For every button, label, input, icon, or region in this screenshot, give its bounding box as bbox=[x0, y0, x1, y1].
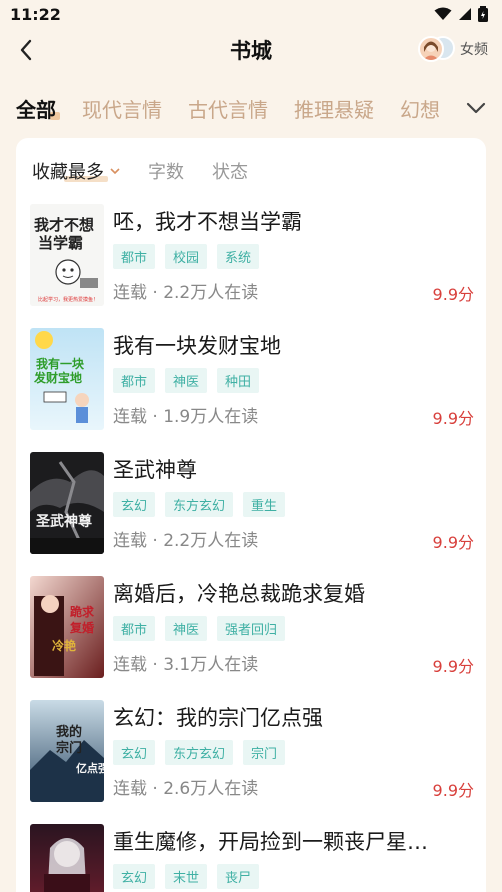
book-tag[interactable]: 末世 bbox=[165, 864, 208, 889]
chevron-left-icon bbox=[20, 39, 32, 61]
chevron-down-icon bbox=[466, 102, 486, 114]
battery-icon bbox=[478, 6, 488, 22]
filter-label: 收藏最多 bbox=[32, 162, 104, 183]
book-meta: 连载 · 2.2万人在读 bbox=[113, 283, 259, 303]
svg-text:宗门: 宗门 bbox=[56, 740, 82, 756]
book-title: 我有一块发财宝地 bbox=[113, 334, 281, 358]
gender-switch[interactable]: 女频 bbox=[418, 36, 488, 62]
book-tag[interactable]: 校园 bbox=[165, 244, 208, 269]
book-cover: 跪求 复婚 冷艳 bbox=[30, 576, 104, 678]
book-tags: 玄幻 东方玄幻 重生 bbox=[113, 492, 286, 517]
tab-fantasy[interactable]: 幻想 bbox=[400, 94, 440, 123]
tabs-expand-button[interactable] bbox=[440, 86, 502, 130]
filter-bar: 收藏最多 字数 状态 bbox=[32, 158, 248, 184]
book-item[interactable]: 我才不想 当学霸 比起学习，我更热爱摸鱼！ 呸，我才不想当学霸 都市 校园 系统… bbox=[30, 204, 476, 308]
book-score: 9.9分 bbox=[432, 533, 474, 552]
category-tabs: 全部 现代言情 古代言情 推理悬疑 幻想 bbox=[0, 86, 502, 130]
back-button[interactable] bbox=[14, 36, 38, 64]
tab-all[interactable]: 全部 bbox=[16, 94, 60, 123]
filter-most-collected[interactable]: 收藏最多 bbox=[32, 158, 120, 184]
tab-modern-romance[interactable]: 现代言情 bbox=[82, 94, 162, 123]
book-score: 9.9分 bbox=[432, 781, 474, 800]
book-meta: 连载 · 3.1万人在读 bbox=[113, 655, 259, 675]
book-item[interactable]: 圣武神尊 圣武神尊 玄幻 东方玄幻 重生 连载 · 2.2万人在读 9.9分 bbox=[30, 452, 476, 556]
book-tag[interactable]: 玄幻 bbox=[113, 740, 156, 765]
book-title: 重生魔修，开局捡到一颗丧尸星… bbox=[113, 830, 428, 854]
book-tags: 玄幻 东方玄幻 宗门 bbox=[113, 740, 286, 765]
book-tag[interactable]: 玄幻 bbox=[113, 492, 156, 517]
book-tag[interactable]: 玄幻 bbox=[113, 864, 156, 889]
book-tag[interactable]: 都市 bbox=[113, 244, 156, 269]
book-item[interactable]: 重生魔修，开局捡到一颗丧尸星… 玄幻 末世 丧尸 bbox=[30, 824, 476, 892]
svg-text:比起学习，我更热爱摸鱼！: 比起学习，我更热爱摸鱼！ bbox=[38, 296, 98, 303]
book-item[interactable]: 我的 宗门 亿点强 玄幻：我的宗门亿点强 玄幻 东方玄幻 宗门 连载 · 2.6… bbox=[30, 700, 476, 804]
book-tag[interactable]: 种田 bbox=[217, 368, 260, 393]
svg-text:我的: 我的 bbox=[56, 724, 82, 740]
svg-text:复婚: 复婚 bbox=[69, 620, 94, 635]
book-tag[interactable]: 东方玄幻 bbox=[165, 492, 234, 517]
book-title: 离婚后，冷艳总裁跪求复婚 bbox=[113, 582, 365, 606]
book-score: 9.9分 bbox=[432, 285, 474, 304]
book-tag[interactable]: 神医 bbox=[165, 616, 208, 641]
filter-word-count[interactable]: 字数 bbox=[148, 158, 184, 184]
avatar bbox=[418, 36, 456, 62]
book-tag[interactable]: 丧尸 bbox=[217, 864, 260, 889]
book-tag[interactable]: 强者回归 bbox=[217, 616, 286, 641]
book-title: 玄幻：我的宗门亿点强 bbox=[113, 706, 323, 730]
header: 书城 女频 bbox=[0, 28, 502, 72]
book-title: 圣武神尊 bbox=[113, 458, 197, 482]
svg-text:冷艳: 冷艳 bbox=[52, 638, 76, 653]
book-meta: 连载 · 2.2万人在读 bbox=[113, 531, 259, 551]
book-cover: 我的 宗门 亿点强 bbox=[30, 700, 104, 802]
book-tag[interactable]: 系统 bbox=[217, 244, 260, 269]
book-meta: 连载 · 2.6万人在读 bbox=[113, 779, 259, 799]
book-cover: 圣武神尊 bbox=[30, 452, 104, 554]
book-cover: 我有一块 发财宝地 bbox=[30, 328, 104, 430]
svg-text:发财宝地: 发财宝地 bbox=[33, 370, 82, 385]
book-title: 呸，我才不想当学霸 bbox=[113, 210, 302, 234]
book-tags: 都市 神医 强者回归 bbox=[113, 616, 286, 641]
chevron-down-icon bbox=[110, 168, 120, 175]
book-tag[interactable]: 神医 bbox=[165, 368, 208, 393]
svg-text:我才不想: 我才不想 bbox=[34, 216, 94, 234]
book-item[interactable]: 我有一块 发财宝地 我有一块发财宝地 都市 神医 种田 连载 · 1.9万人在读… bbox=[30, 328, 476, 432]
svg-text:跪求: 跪求 bbox=[70, 604, 95, 619]
book-meta: 连载 · 1.9万人在读 bbox=[113, 407, 259, 427]
book-list-card: 收藏最多 字数 状态 我才不想 当学霸 比起学习，我更热爱摸鱼！ 呸，我才不想当… bbox=[16, 138, 486, 892]
book-tags: 都市 校园 系统 bbox=[113, 244, 260, 269]
status-icons bbox=[434, 6, 488, 22]
book-score: 9.9分 bbox=[432, 657, 474, 676]
tab-ancient-romance[interactable]: 古代言情 bbox=[188, 94, 268, 123]
tab-mystery[interactable]: 推理悬疑 bbox=[294, 94, 374, 123]
book-cover: 我才不想 当学霸 比起学习，我更热爱摸鱼！ bbox=[30, 204, 104, 306]
page-title: 书城 bbox=[230, 39, 272, 63]
book-tags: 都市 神医 种田 bbox=[113, 368, 260, 393]
book-tag[interactable]: 都市 bbox=[113, 616, 156, 641]
book-score: 9.9分 bbox=[432, 409, 474, 428]
book-tag[interactable]: 都市 bbox=[113, 368, 156, 393]
filter-status[interactable]: 状态 bbox=[212, 158, 248, 184]
book-item[interactable]: 跪求 复婚 冷艳 离婚后，冷艳总裁跪求复婚 都市 神医 强者回归 连载 · 3.… bbox=[30, 576, 476, 680]
gender-label: 女频 bbox=[460, 42, 488, 58]
svg-text:当学霸: 当学霸 bbox=[38, 234, 83, 252]
book-tags: 玄幻 末世 丧尸 bbox=[113, 864, 260, 889]
signal-icon bbox=[459, 8, 471, 20]
svg-text:亿点强: 亿点强 bbox=[76, 761, 104, 775]
svg-text:我有一块: 我有一块 bbox=[36, 356, 85, 371]
book-tag[interactable]: 东方玄幻 bbox=[165, 740, 234, 765]
book-tag[interactable]: 重生 bbox=[243, 492, 286, 517]
status-bar: 11:22 bbox=[0, 0, 502, 28]
svg-text:圣武神尊: 圣武神尊 bbox=[35, 513, 92, 530]
book-cover bbox=[30, 824, 104, 892]
book-tag[interactable]: 宗门 bbox=[243, 740, 286, 765]
wifi-icon bbox=[434, 7, 452, 20]
status-time: 11:22 bbox=[10, 4, 61, 24]
